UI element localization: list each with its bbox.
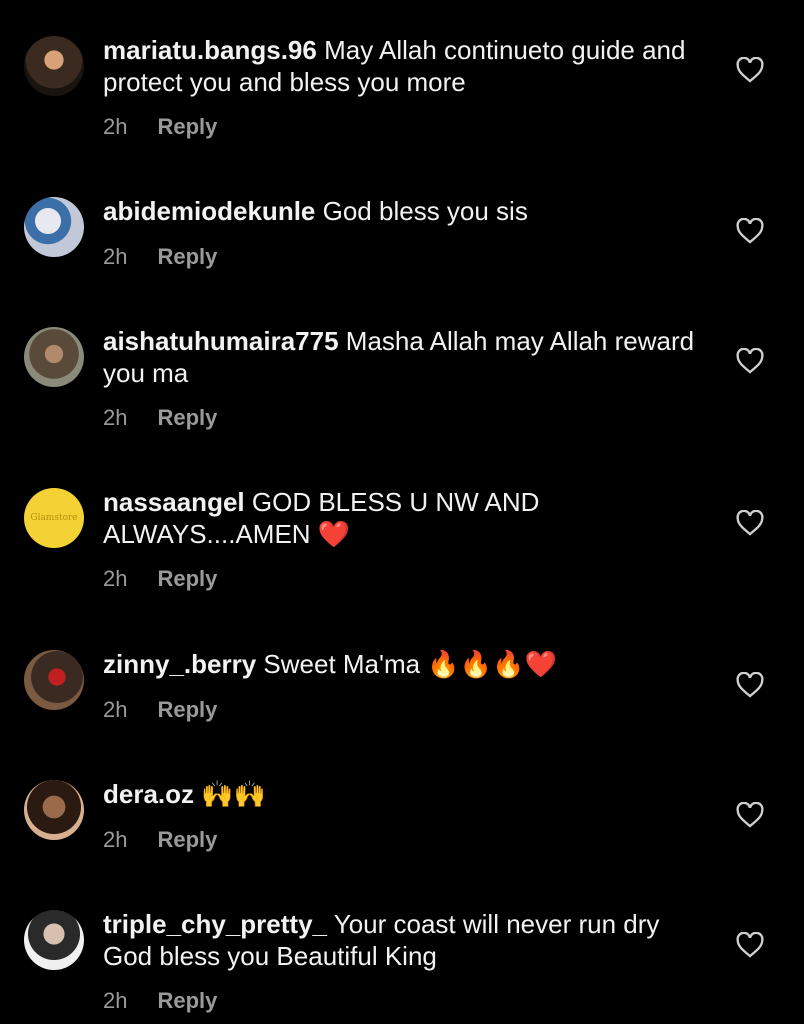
timestamp: 2h bbox=[103, 405, 128, 430]
comment-body: aishatuhumaira775 Masha Allah may Allah … bbox=[103, 325, 703, 389]
username[interactable]: triple_chy_pretty_ bbox=[103, 909, 327, 939]
comment-meta: 2h Reply bbox=[103, 697, 217, 723]
username[interactable]: aishatuhumaira775 bbox=[103, 326, 339, 356]
username[interactable]: abidemiodekunle bbox=[103, 196, 315, 226]
raising-hands-emoji: 🙌🙌 bbox=[201, 780, 267, 810]
heart-outline-icon[interactable] bbox=[736, 57, 764, 83]
reply-button[interactable]: Reply bbox=[157, 405, 217, 430]
avatar[interactable] bbox=[24, 197, 84, 257]
username[interactable]: mariatu.bangs.96 bbox=[103, 35, 317, 65]
avatar[interactable] bbox=[24, 910, 84, 970]
timestamp: 2h bbox=[103, 114, 128, 139]
heart-outline-icon[interactable] bbox=[736, 672, 764, 698]
comment-meta: 2h Reply bbox=[103, 988, 217, 1014]
reply-button[interactable]: Reply bbox=[157, 988, 217, 1013]
comment-meta: 2h Reply bbox=[103, 566, 217, 592]
comment-body: triple_chy_pretty_ Your coast will never… bbox=[103, 908, 703, 972]
comment-body: nassaangel GOD BLESS U NW AND ALWAYS....… bbox=[103, 486, 703, 551]
heart-outline-icon[interactable] bbox=[736, 218, 764, 244]
heart-outline-icon[interactable] bbox=[736, 802, 764, 828]
avatar[interactable]: Glamstore bbox=[24, 488, 84, 548]
comment-text: Sweet Ma'ma bbox=[263, 649, 421, 679]
timestamp: 2h bbox=[103, 988, 128, 1013]
comment-body: dera.oz 🙌🙌 bbox=[103, 778, 703, 811]
heart-outline-icon[interactable] bbox=[736, 932, 764, 958]
username[interactable]: nassaangel bbox=[103, 487, 245, 517]
reply-button[interactable]: Reply bbox=[157, 827, 217, 852]
username[interactable]: zinny_.berry bbox=[103, 649, 256, 679]
avatar-logo-text: Glamstore bbox=[30, 513, 78, 523]
heart-emoji: ❤️ bbox=[317, 520, 351, 550]
reply-button[interactable]: Reply bbox=[157, 114, 217, 139]
username[interactable]: dera.oz bbox=[103, 779, 194, 809]
timestamp: 2h bbox=[103, 827, 128, 852]
comment-body: zinny_.berry Sweet Ma'ma 🔥🔥🔥❤️ bbox=[103, 648, 703, 681]
comment-meta: 2h Reply bbox=[103, 827, 217, 853]
fire-emoji: 🔥🔥🔥❤️ bbox=[427, 650, 557, 680]
heart-outline-icon[interactable] bbox=[736, 348, 764, 374]
reply-button[interactable]: Reply bbox=[157, 244, 217, 269]
comment-body: mariatu.bangs.96 May Allah continueto gu… bbox=[103, 34, 703, 98]
timestamp: 2h bbox=[103, 244, 128, 269]
heart-outline-icon[interactable] bbox=[736, 510, 764, 536]
avatar[interactable] bbox=[24, 36, 84, 96]
timestamp: 2h bbox=[103, 697, 128, 722]
reply-button[interactable]: Reply bbox=[157, 566, 217, 591]
comment-meta: 2h Reply bbox=[103, 114, 217, 140]
comment-meta: 2h Reply bbox=[103, 405, 217, 431]
avatar[interactable] bbox=[24, 650, 84, 710]
timestamp: 2h bbox=[103, 566, 128, 591]
comment-body: abidemiodekunle God bless you sis bbox=[103, 195, 703, 227]
reply-button[interactable]: Reply bbox=[157, 697, 217, 722]
avatar[interactable] bbox=[24, 327, 84, 387]
comment-text: God bless you sis bbox=[322, 196, 528, 226]
comment-meta: 2h Reply bbox=[103, 244, 217, 270]
avatar[interactable] bbox=[24, 780, 84, 840]
